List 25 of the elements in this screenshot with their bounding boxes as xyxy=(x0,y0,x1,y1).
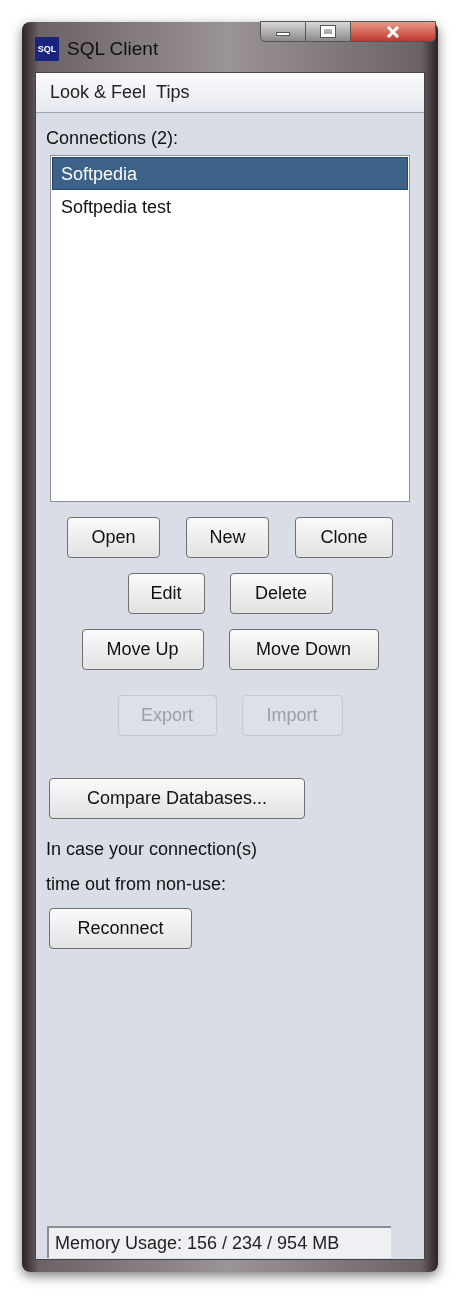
menu-item[interactable]: Tips xyxy=(156,79,190,106)
app-icon: SQL xyxy=(35,37,59,62)
reconnect-button[interactable]: Reconnect xyxy=(49,908,192,949)
button[interactable]: Move Down xyxy=(228,629,379,670)
close-icon xyxy=(386,25,400,38)
button[interactable]: Delete xyxy=(229,573,333,614)
window-title: SQL Client xyxy=(67,37,159,61)
minimize-button[interactable] xyxy=(260,21,306,42)
button[interactable]: Open xyxy=(67,517,160,558)
close-button[interactable] xyxy=(350,21,436,42)
maximize-icon xyxy=(321,26,335,37)
list-item[interactable]: Softpedia test xyxy=(52,190,408,223)
button[interactable]: Move Up xyxy=(81,629,204,670)
maximize-button[interactable] xyxy=(306,21,350,42)
list-item[interactable]: Softpedia xyxy=(52,157,408,190)
minimize-icon xyxy=(276,31,290,36)
button[interactable]: Clone xyxy=(295,517,393,558)
status-bar: Memory Usage: 156 / 234 / 954 MB xyxy=(47,1226,391,1258)
button[interactable]: Edit xyxy=(127,573,205,614)
connections-label: Connections (2): xyxy=(46,127,180,150)
menu-item[interactable]: Look & Feel xyxy=(50,79,147,106)
compare-databases-button[interactable]: Compare Databases... xyxy=(49,778,305,819)
note-text: In case your connection(s) xyxy=(46,838,259,861)
note-text: time out from non-use: xyxy=(46,873,228,896)
button[interactable]: New xyxy=(186,517,269,558)
